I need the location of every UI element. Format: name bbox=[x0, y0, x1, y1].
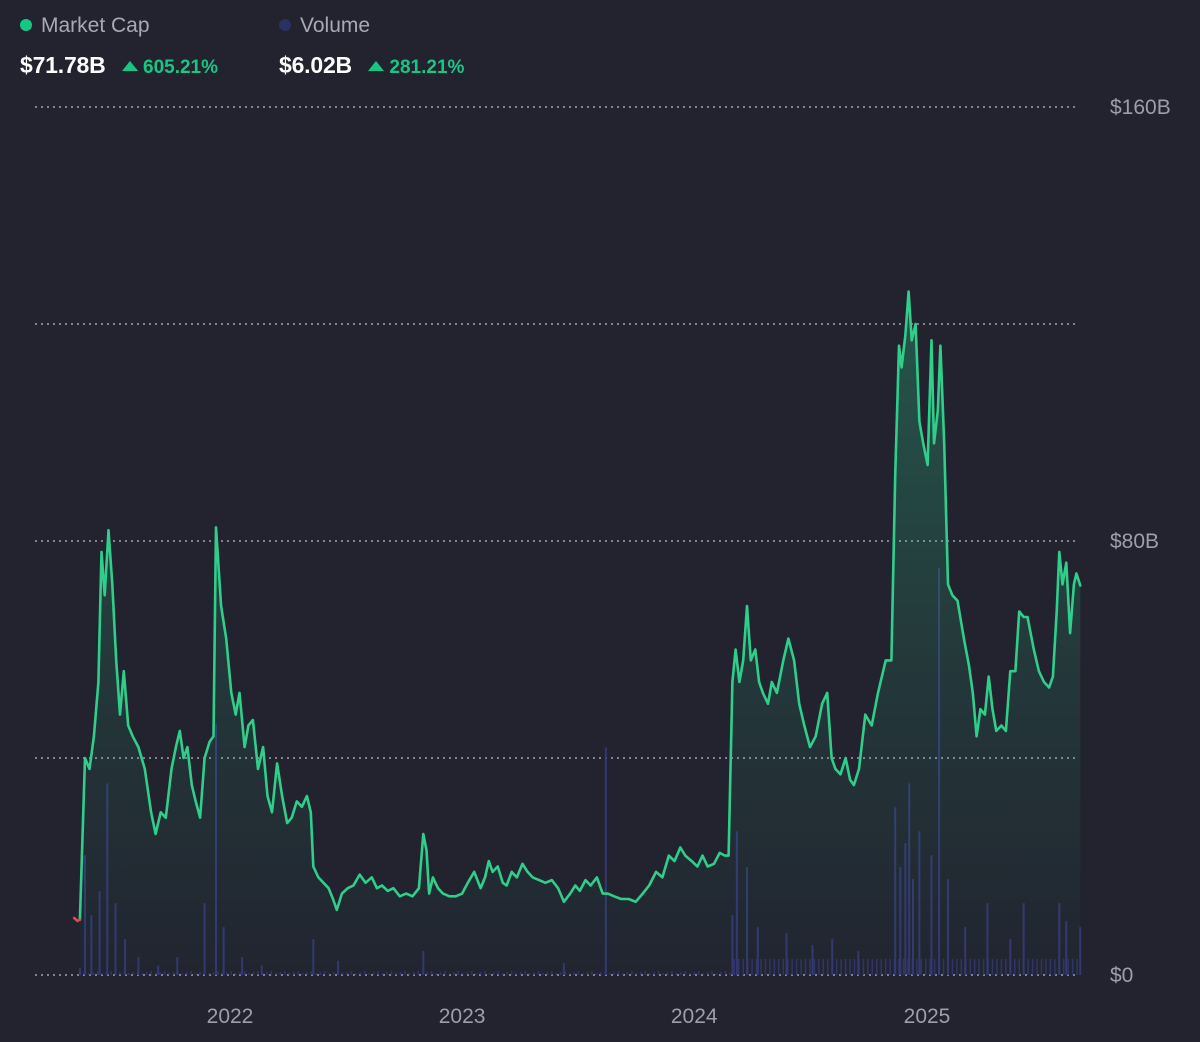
y-tick-label: $160B bbox=[1110, 96, 1171, 119]
y-axis-ticks: $0 $80B $160B bbox=[1110, 96, 1171, 987]
x-tick-label: 2025 bbox=[904, 1005, 951, 1028]
x-axis-ticks: 2022 2023 2024 2025 bbox=[207, 1005, 951, 1028]
x-tick-label: 2023 bbox=[439, 1005, 486, 1028]
y-tick-label: $0 bbox=[1110, 964, 1133, 987]
market-cap-chart[interactable]: $0 $80B $160B 2022 2023 2024 2025 bbox=[0, 0, 1200, 1042]
x-tick-label: 2022 bbox=[207, 1005, 254, 1028]
y-tick-label: $80B bbox=[1110, 530, 1159, 553]
x-tick-label: 2024 bbox=[671, 1005, 718, 1028]
